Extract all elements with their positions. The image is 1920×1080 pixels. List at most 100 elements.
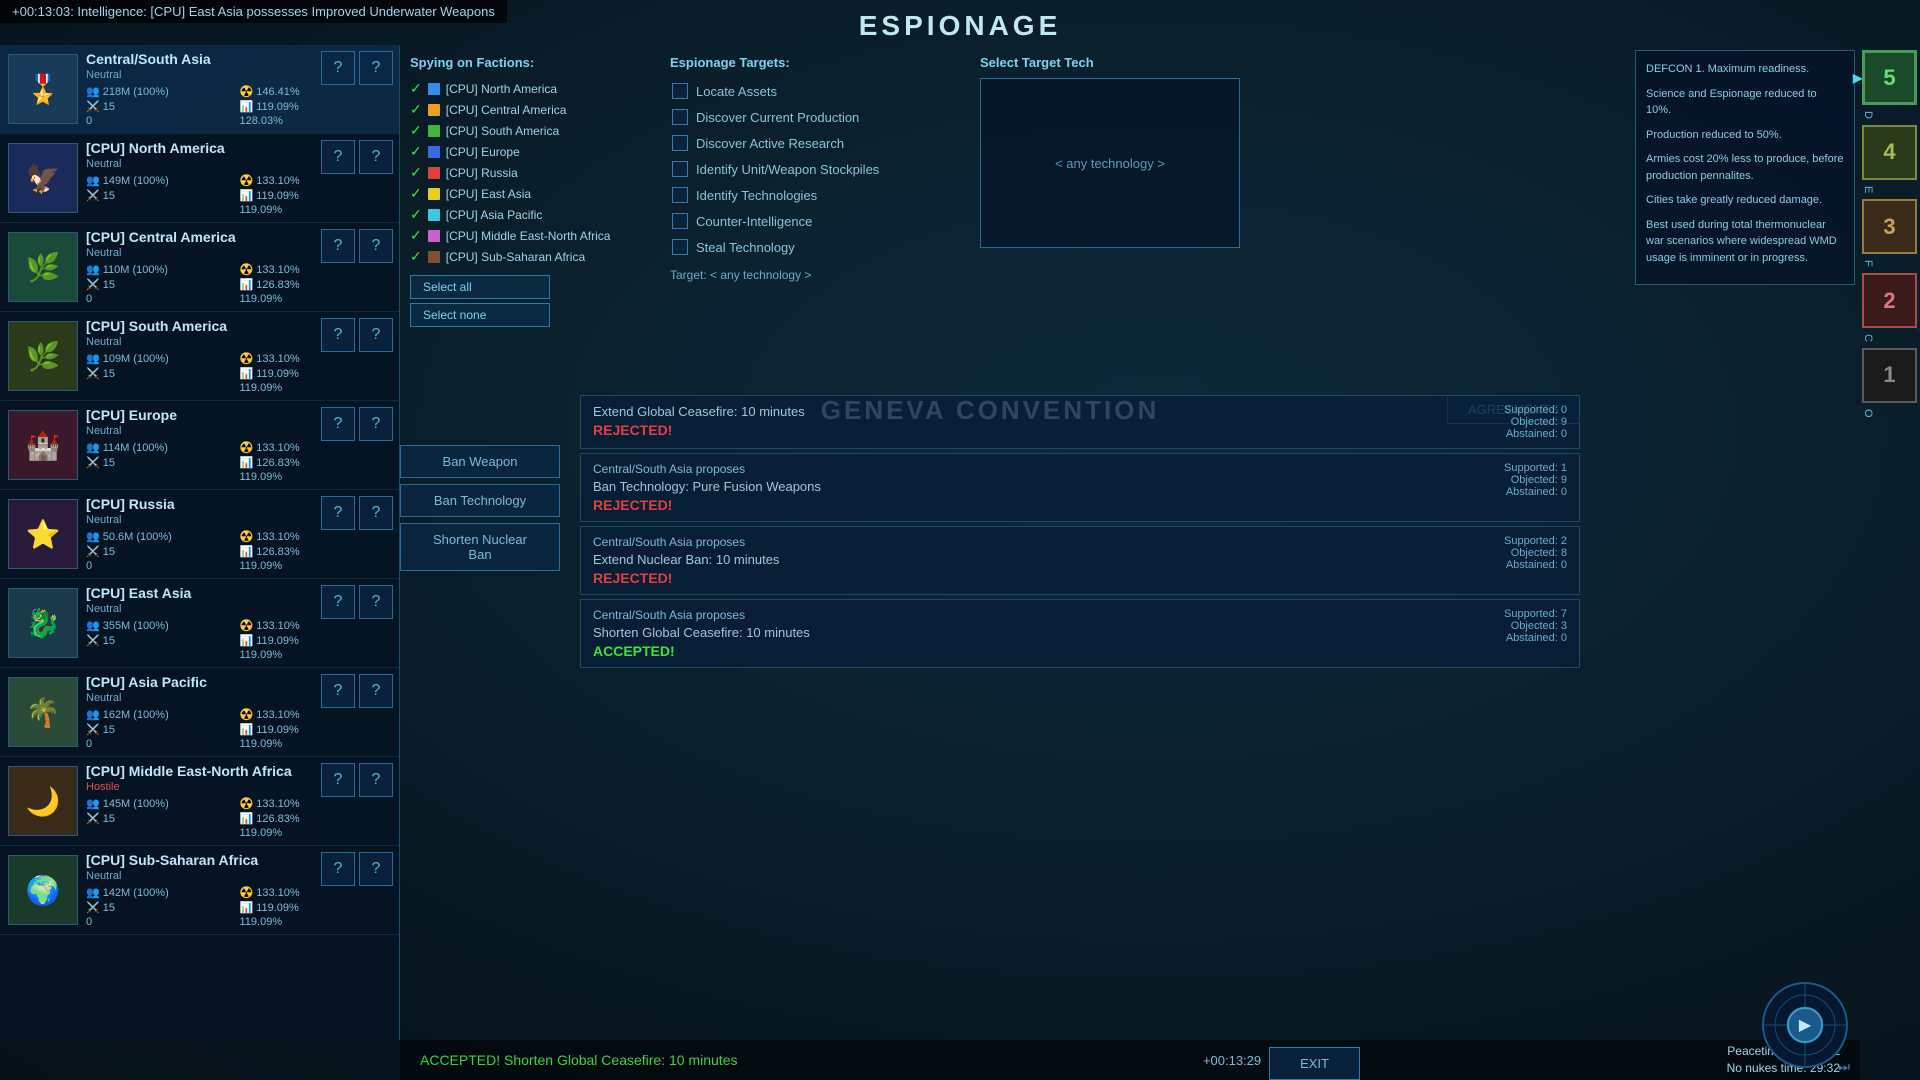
faction-item[interactable]: 🌍 [CPU] Sub-Saharan Africa Neutral 👥 142…	[0, 846, 399, 935]
stat-nuke2: 128.03%	[240, 115, 392, 127]
target-item[interactable]: Identify Technologies	[670, 182, 960, 208]
play-button[interactable]: ▶	[1787, 1007, 1823, 1043]
faction-item[interactable]: 🌴 [CPU] Asia Pacific Neutral 👥 162M (100…	[0, 668, 399, 757]
faction-question-btn[interactable]: ?	[321, 674, 355, 708]
faction-item[interactable]: 🦅 [CPU] North America Neutral 👥 149M (10…	[0, 134, 399, 223]
tech-box[interactable]: < any technology >	[980, 78, 1240, 248]
faction-question-btn[interactable]: ?	[321, 51, 355, 85]
conv-abstained: Abstained: 0	[1504, 486, 1567, 498]
conv-objected: Objected: 8	[1504, 547, 1567, 559]
defcon-5-number: 5	[1883, 65, 1895, 91]
target-label: Counter-Intelligence	[696, 214, 812, 229]
spy-faction-item[interactable]: ✓ [CPU] Europe	[410, 141, 650, 162]
convention-history-item: Central/South Asia proposes Extend Nucle…	[580, 526, 1580, 595]
target-item[interactable]: Discover Active Research	[670, 130, 960, 156]
convention-history-item: Central/South Asia proposes Shorten Glob…	[580, 599, 1580, 668]
faction-stats: 👥 162M (100%) ☢️ 133.10% ⚔️ 15 📊 119.09%…	[86, 708, 391, 750]
spy-faction-item[interactable]: ✓ [CPU] Sub-Saharan Africa	[410, 246, 650, 267]
target-checkbox[interactable]	[672, 213, 688, 229]
target-item[interactable]: Discover Current Production	[670, 104, 960, 130]
defcon-5[interactable]: ▶ 5	[1862, 50, 1917, 105]
spy-faction-item[interactable]: ✓ [CPU] South America	[410, 120, 650, 141]
faction-info-btn[interactable]: ?	[359, 318, 393, 352]
target-item[interactable]: Steal Technology	[670, 234, 960, 260]
faction-info-btn[interactable]: ?	[359, 763, 393, 797]
faction-question-btn[interactable]: ?	[321, 496, 355, 530]
target-checkbox[interactable]	[672, 135, 688, 151]
bottom-time: +00:13:29	[1203, 1053, 1261, 1068]
defcon-2[interactable]: 2	[1862, 273, 1917, 328]
faction-item[interactable]: 🌿 [CPU] Central America Neutral 👥 110M (…	[0, 223, 399, 312]
faction-info-btn[interactable]: ?	[359, 674, 393, 708]
convention-action-btn[interactable]: Ban Technology	[400, 484, 560, 517]
faction-stats: 👥 218M (100%) ☢️ 146.41% ⚔️ 15 📊 119.09%…	[86, 85, 391, 127]
spy-faction-item[interactable]: ✓ [CPU] East Asia	[410, 183, 650, 204]
faction-info-btn[interactable]: ?	[359, 51, 393, 85]
skip-forward-button[interactable]: ⏭	[1838, 1059, 1850, 1075]
stat-nuke2: 119.09%	[240, 827, 392, 839]
faction-item[interactable]: 🎖️ Central/South Asia Neutral 👥 218M (10…	[0, 45, 399, 134]
faction-question-btn[interactable]: ?	[321, 140, 355, 174]
defcon-3[interactable]: 3	[1862, 199, 1917, 254]
faction-item[interactable]: 🏰 [CPU] Europe Neutral 👥 114M (100%) ☢️ …	[0, 401, 399, 490]
conv-proposer: Central/South Asia proposes	[593, 608, 1488, 622]
faction-info-btn[interactable]: ?	[359, 852, 393, 886]
pop-icon: 👥	[86, 85, 100, 98]
radar-area: ▶ ⏭	[1760, 980, 1850, 1070]
faction-info-btn[interactable]: ?	[359, 407, 393, 441]
defcon-4[interactable]: 4	[1862, 125, 1917, 180]
defcon-1[interactable]: 1	[1862, 348, 1917, 403]
spy-faction-item[interactable]: ✓ [CPU] Central America	[410, 99, 650, 120]
faction-info-btn[interactable]: ?	[359, 496, 393, 530]
target-label: Discover Current Production	[696, 110, 859, 125]
faction-stats: 👥 109M (100%) ☢️ 133.10% ⚔️ 15 📊 119.09%	[86, 352, 391, 394]
faction-action-icons: ? ?	[321, 674, 393, 708]
spy-section: Spying on Factions: ✓ [CPU] North Americ…	[400, 45, 660, 385]
faction-info-btn[interactable]: ?	[359, 585, 393, 619]
faction-question-btn[interactable]: ?	[321, 407, 355, 441]
target-item[interactable]: Identify Unit/Weapon Stockpiles	[670, 156, 960, 182]
select-none-button[interactable]: Select none	[410, 303, 550, 327]
val-icon: 📊	[240, 545, 254, 558]
faction-question-btn[interactable]: ?	[321, 229, 355, 263]
soldier-icon: ⚔️	[86, 100, 100, 113]
stat-val2	[86, 649, 238, 661]
target-label: Steal Technology	[696, 240, 795, 255]
stat-nuke1: ☢️ 133.10%	[240, 886, 392, 899]
conv-desc: Shorten Global Ceasefire: 10 minutes	[593, 625, 1488, 640]
target-item[interactable]: Counter-Intelligence	[670, 208, 960, 234]
target-checkbox[interactable]	[672, 239, 688, 255]
target-checkbox[interactable]	[672, 83, 688, 99]
faction-item[interactable]: 🐉 [CPU] East Asia Neutral 👥 355M (100%) …	[0, 579, 399, 668]
faction-info-btn[interactable]: ?	[359, 229, 393, 263]
exit-button[interactable]: EXIT	[1269, 1047, 1360, 1080]
target-checkbox[interactable]	[672, 109, 688, 125]
target-checkbox[interactable]	[672, 161, 688, 177]
convention-action-btn[interactable]: Shorten Nuclear Ban	[400, 523, 560, 571]
faction-color-dot	[428, 209, 440, 221]
faction-question-btn[interactable]: ?	[321, 585, 355, 619]
faction-question-btn[interactable]: ?	[321, 318, 355, 352]
spy-faction-item[interactable]: ✓ [CPU] Middle East-North Africa	[410, 225, 650, 246]
faction-question-btn[interactable]: ?	[321, 852, 355, 886]
targets-section-title: Espionage Targets:	[670, 55, 960, 70]
target-checkbox[interactable]	[672, 187, 688, 203]
faction-item[interactable]: ⭐ [CPU] Russia Neutral 👥 50.6M (100%) ☢️…	[0, 490, 399, 579]
stat-pop: 👥 50.6M (100%)	[86, 530, 238, 543]
nuke-icon: ☢️	[240, 352, 254, 365]
target-item[interactable]: Locate Assets	[670, 78, 960, 104]
spy-faction-item[interactable]: ✓ [CPU] Russia	[410, 162, 650, 183]
spy-faction-item[interactable]: ✓ [CPU] North America	[410, 78, 650, 99]
faction-item[interactable]: 🌿 [CPU] South America Neutral 👥 109M (10…	[0, 312, 399, 401]
faction-info-btn[interactable]: ?	[359, 140, 393, 174]
convention-history: Extend Global Ceasefire: 10 minutes REJE…	[580, 395, 1580, 980]
faction-item[interactable]: 🌙 [CPU] Middle East-North Africa Hostile…	[0, 757, 399, 846]
convention-action-btn[interactable]: Ban Weapon	[400, 445, 560, 478]
faction-action-icons: ? ?	[321, 229, 393, 263]
spy-faction-name: [CPU] Sub-Saharan Africa	[446, 250, 585, 264]
nuke-icon: ☢️	[240, 886, 254, 899]
select-all-button[interactable]: Select all	[410, 275, 550, 299]
faction-question-btn[interactable]: ?	[321, 763, 355, 797]
spy-faction-item[interactable]: ✓ [CPU] Asia Pacific	[410, 204, 650, 225]
spy-faction-name: [CPU] Europe	[446, 145, 520, 159]
